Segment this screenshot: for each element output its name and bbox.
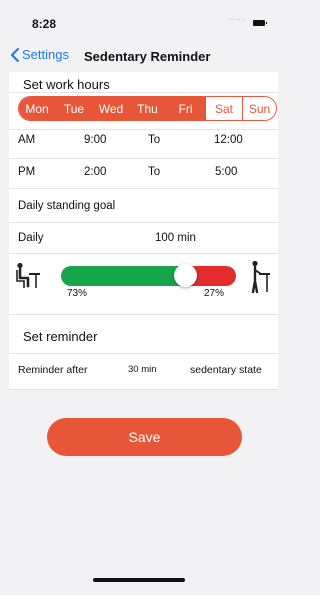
daily-goal-value[interactable]: 100 min (155, 232, 196, 244)
status-bar: 8:28 ..... (0, 0, 278, 40)
am-start-time[interactable]: 9:00 (84, 134, 106, 146)
day-wed[interactable]: Wed (93, 97, 129, 120)
goal-title: Daily standing goal (18, 200, 116, 212)
back-label: Settings (22, 47, 69, 62)
chevron-left-icon (11, 47, 19, 62)
signal-icon: ..... (229, 13, 246, 22)
reminder-state: sedentary state (190, 364, 262, 376)
pm-start-time[interactable]: 2:00 (84, 166, 106, 178)
person-sitting-icon (16, 262, 40, 288)
divider (9, 129, 278, 130)
daily-label: Daily (18, 232, 44, 244)
divider (9, 389, 278, 390)
home-indicator (93, 578, 185, 582)
save-button[interactable]: Save (47, 418, 242, 456)
back-button[interactable]: Settings (11, 47, 69, 62)
sit-stand-slider: 73% 27% (9, 258, 278, 308)
am-to-label: To (148, 134, 161, 146)
day-selector: Mon Tue Wed Thu Fri Sat Sun (18, 96, 277, 121)
page-title: Sedentary Reminder (84, 49, 211, 64)
day-sun[interactable]: Sun (242, 97, 276, 120)
divider (9, 92, 278, 93)
reminder-label: Reminder after (18, 364, 88, 376)
divider (9, 253, 278, 254)
standing-percent: 27% (204, 288, 225, 299)
divider (9, 353, 278, 354)
divider (9, 188, 278, 189)
divider (9, 158, 278, 159)
day-mon[interactable]: Mon (19, 97, 55, 120)
sitting-fill (61, 266, 186, 286)
divider (9, 222, 278, 223)
settings-card: Set work hours Mon Tue Wed Thu Fri Sat S… (9, 72, 278, 390)
status-time: 8:28 (32, 17, 57, 31)
divider (9, 314, 278, 315)
slider-track[interactable] (61, 266, 236, 286)
pm-to-label: To (148, 166, 161, 178)
am-end-time[interactable]: 12:00 (214, 134, 243, 146)
reminder-interval-value[interactable]: 30 min (128, 364, 157, 375)
day-sat[interactable]: Sat (205, 97, 242, 120)
day-thu[interactable]: Thu (129, 97, 166, 120)
battery-icon (253, 20, 267, 26)
work-hours-title: Set work hours (23, 77, 110, 92)
reminder-title: Set reminder (23, 329, 98, 344)
pm-end-time[interactable]: 5:00 (215, 166, 237, 178)
sitting-percent: 73% (67, 288, 88, 299)
pm-label: PM (18, 166, 36, 178)
slider-handle[interactable] (173, 264, 197, 287)
nav-bar: Settings Sedentary Reminder (0, 42, 278, 72)
day-fri[interactable]: Fri (166, 97, 205, 120)
day-tue[interactable]: Tue (55, 97, 93, 120)
am-label: AM (18, 134, 36, 146)
person-standing-icon (251, 260, 270, 294)
